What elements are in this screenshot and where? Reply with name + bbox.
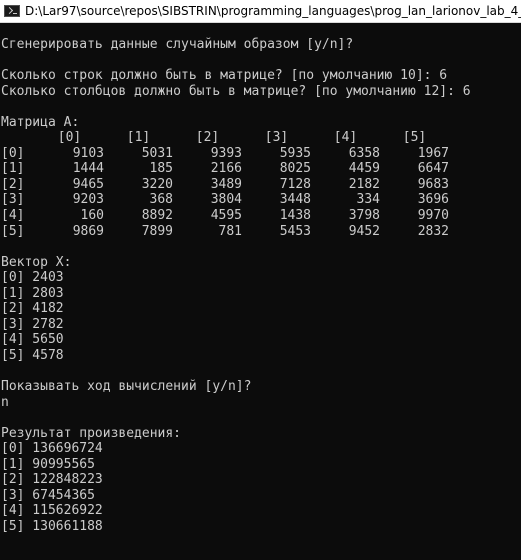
vector-item: [0] 2403 <box>1 270 64 286</box>
matrix-row-label: [2] <box>1 176 25 192</box>
matrix-cell: 7899 <box>141 223 173 239</box>
result-item: [1] 90995565 <box>1 456 95 472</box>
matrix-cell: 6647 <box>417 161 449 177</box>
matrix-cell: 781 <box>218 223 242 239</box>
console-output[interactable]: Сгенерировать данные случайным образом [… <box>1 37 521 560</box>
matrix-cell: 9970 <box>417 208 449 224</box>
matrix-column-header: [2] <box>195 130 220 146</box>
matrix-row: [4] 160 8892 4595 1438 3798 9970 <box>1 208 521 224</box>
matrix-cell: 3489 <box>210 176 242 192</box>
matrix-cell: 8892 <box>141 208 173 224</box>
matrix-cell: 2832 <box>417 223 449 239</box>
console-icon <box>4 5 20 17</box>
random-data-prompt: Сгенерировать данные случайным образом [… <box>1 37 354 52</box>
matrix-cell: 9465 <box>72 176 104 192</box>
matrix-row-label: [4] <box>1 208 25 224</box>
result-item: [5] 130661188 <box>1 518 103 534</box>
result-item: [3] 67454365 <box>1 487 95 503</box>
matrix-cell: 9869 <box>72 223 104 239</box>
matrix-row: [3] 9203 368 3804 3448 334 3696 <box>1 192 521 208</box>
vector-label: Вектор X: <box>1 254 72 270</box>
matrix-column-header: [5] <box>402 130 427 146</box>
matrix-row: [1] 1444 185 2166 8025 4459 6647 <box>1 161 521 177</box>
matrix-cell: 3220 <box>141 176 173 192</box>
matrix-cell: 3448 <box>279 192 311 208</box>
matrix-cell: 2182 <box>348 176 380 192</box>
matrix-cell: 8025 <box>279 161 311 177</box>
matrix-cell: 9393 <box>210 145 242 161</box>
matrix-cell: 3798 <box>348 208 380 224</box>
result-item: [2] 122848223 <box>1 472 103 488</box>
matrix-column-header: [3] <box>264 130 289 146</box>
matrix-cell: 5453 <box>279 223 311 239</box>
title-bar[interactable]: D:\Lar97\source\repos\SIBSTRIN\programmi… <box>0 0 521 23</box>
show-steps-prompt: Показывать ход вычислений [y/n]? <box>1 379 252 395</box>
vector-item: [2] 4182 <box>1 301 64 317</box>
show-steps-answer: n <box>1 394 9 410</box>
matrix-cell: 185 <box>149 161 173 177</box>
matrix-cell: 160 <box>80 208 104 224</box>
rows-prompt: Сколько строк должно быть в матрице? [по… <box>1 68 448 84</box>
matrix-row: [2] 9465 3220 3489 7128 2182 9683 <box>1 177 521 193</box>
matrix-cell: 334 <box>356 192 380 208</box>
matrix-cell: 7128 <box>279 176 311 192</box>
matrix-column-header: [1] <box>126 130 151 146</box>
matrix-header-row: [0] [1] [2] [3] [4] [5] <box>1 130 521 146</box>
window-title: D:\Lar97\source\repos\SIBSTRIN\programmi… <box>25 4 521 18</box>
matrix-cell: 9683 <box>417 176 449 192</box>
cols-prompt: Сколько столбцов должно быть в матрице? … <box>1 83 471 99</box>
matrix-cell: 2166 <box>210 161 242 177</box>
matrix-cell: 5935 <box>279 145 311 161</box>
matrix-cell: 1444 <box>72 161 104 177</box>
matrix-cell: 5031 <box>141 145 173 161</box>
matrix-cell: 4595 <box>210 208 242 224</box>
matrix-row: [0] 9103 5031 9393 5935 6358 1967 <box>1 146 521 162</box>
matrix-row-label: [5] <box>1 223 25 239</box>
matrix-cell: 1438 <box>279 208 311 224</box>
matrix-cell: 9203 <box>72 192 104 208</box>
vector-item: [4] 5650 <box>1 332 64 348</box>
matrix-cell: 368 <box>149 192 173 208</box>
matrix-row-label: [1] <box>1 161 25 177</box>
matrix-cell: 1967 <box>417 145 449 161</box>
matrix-label: Матрица A: <box>1 114 80 130</box>
console-window: D:\Lar97\source\repos\SIBSTRIN\programmi… <box>0 0 521 560</box>
vector-item: [5] 4578 <box>1 347 64 363</box>
matrix-cell: 4459 <box>348 161 380 177</box>
result-item: [0] 136696724 <box>1 441 103 457</box>
vector-item: [1] 2803 <box>1 285 64 301</box>
matrix-row-label: [0] <box>1 145 25 161</box>
result-label: Результат произведения: <box>1 425 182 441</box>
vector-item: [3] 2782 <box>1 316 64 332</box>
matrix-cell: 3696 <box>417 192 449 208</box>
matrix-cell: 6358 <box>348 145 380 161</box>
matrix-column-header: [0] <box>57 130 82 146</box>
matrix-row: [5] 9869 7899 781 5453 9452 2832 <box>1 224 521 240</box>
result-item: [4] 115626922 <box>1 503 103 519</box>
matrix-column-header: [4] <box>333 130 358 146</box>
matrix-cell: 9103 <box>72 145 104 161</box>
matrix-cell: 3804 <box>210 192 242 208</box>
matrix-cell: 9452 <box>348 223 380 239</box>
matrix-row-label: [3] <box>1 192 25 208</box>
